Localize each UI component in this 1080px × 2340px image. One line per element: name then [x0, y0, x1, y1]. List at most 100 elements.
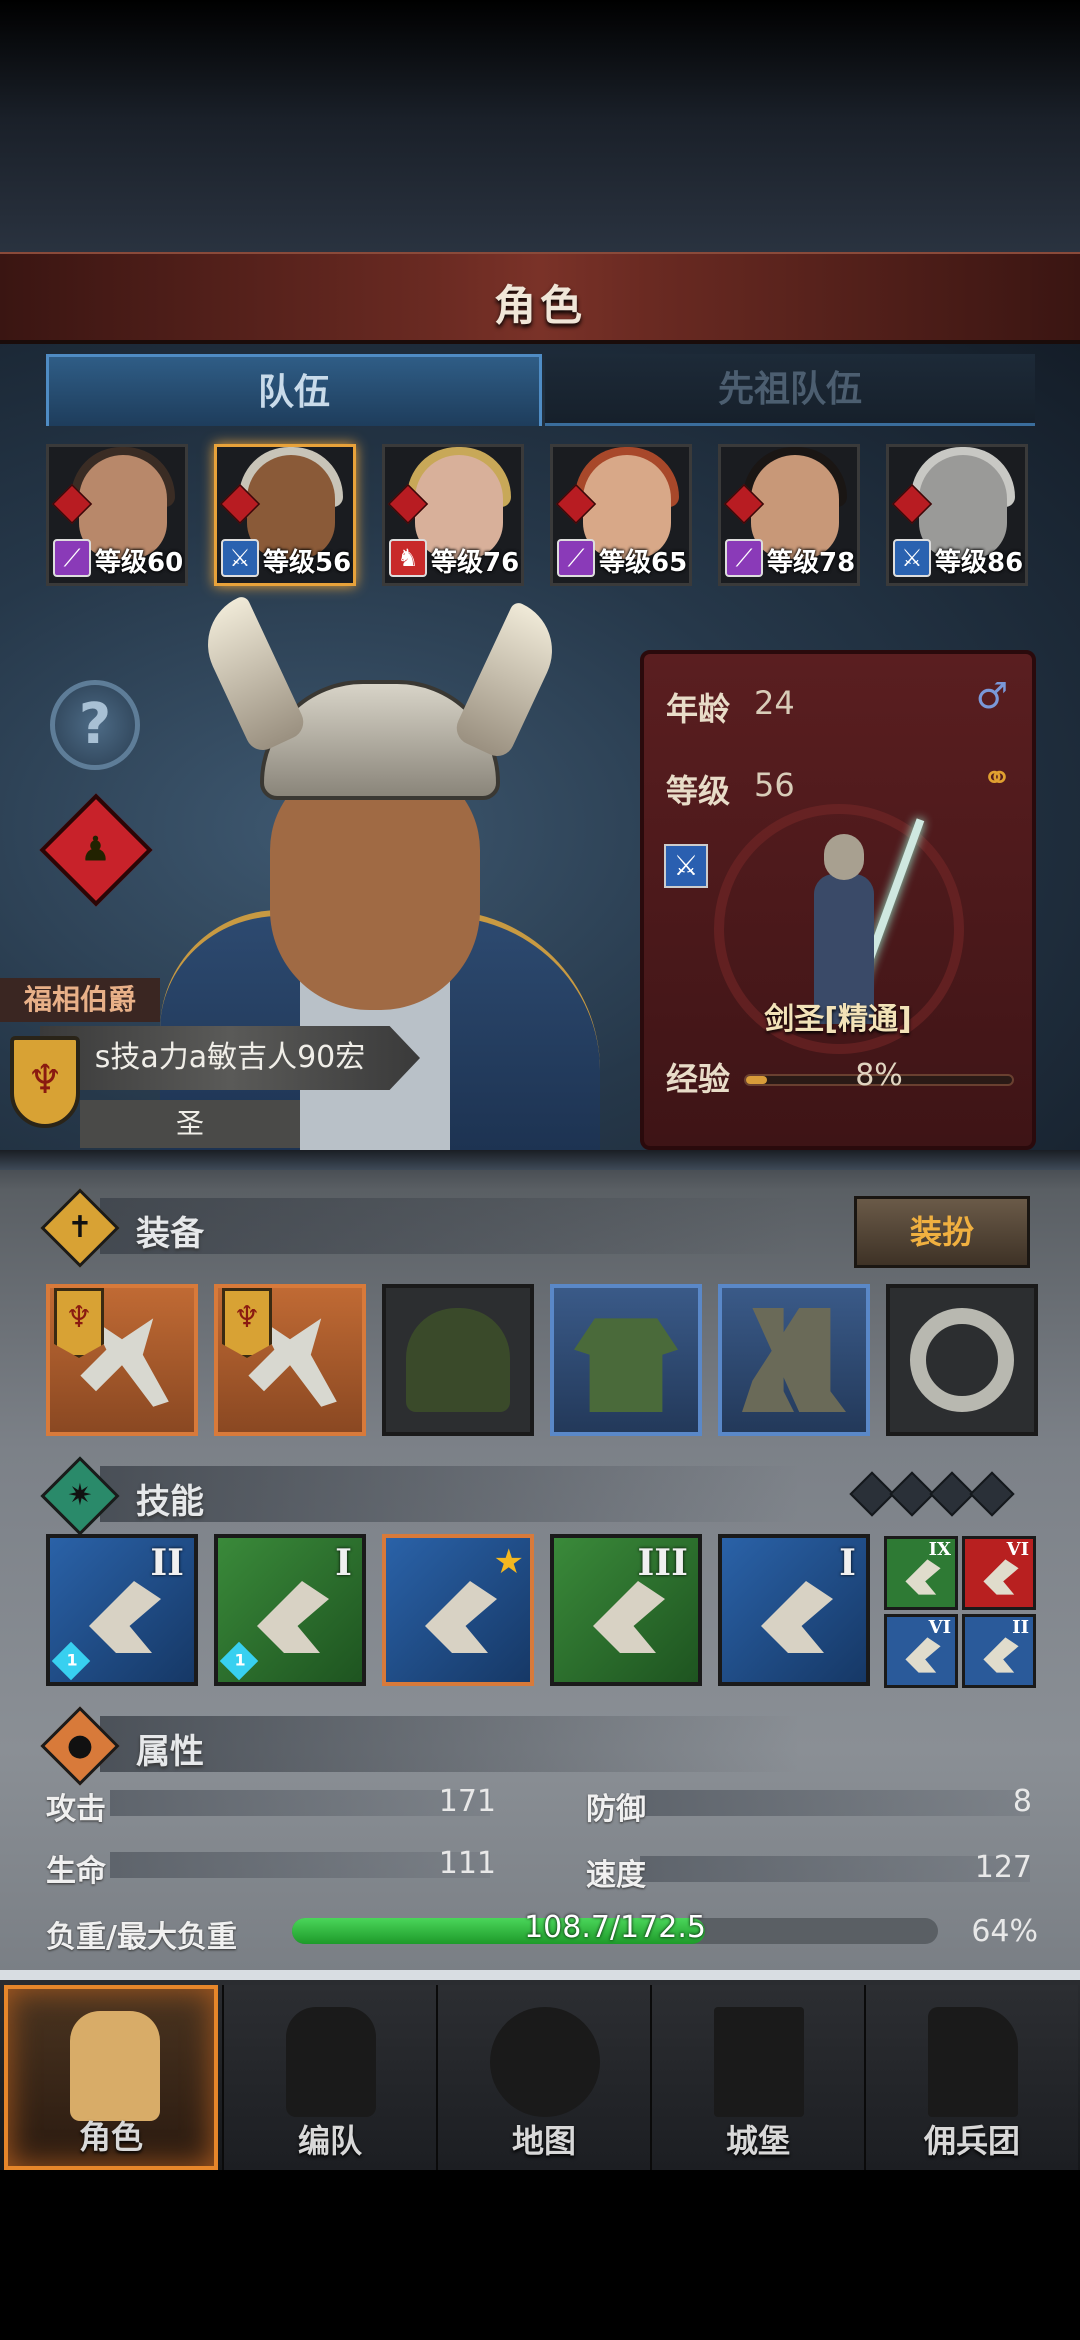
staff-icon: ⟋ [725, 539, 763, 577]
knight-armor-icon [70, 2011, 160, 2121]
skills-title: 技能 [136, 1482, 204, 1522]
equipment-slot[interactable]: ♆ [46, 1284, 198, 1436]
defense-value: 8 [1012, 1784, 1032, 1819]
equipment-header-band [100, 1198, 800, 1254]
castle-icon [714, 2007, 804, 2117]
passive-skill-slot[interactable]: VI [962, 1536, 1036, 1610]
equipment-slot[interactable] [886, 1284, 1038, 1436]
skill-glyph-icon [89, 1581, 161, 1653]
nav-label: 角色 [78, 2118, 143, 2156]
member-level: 等级65 [599, 548, 688, 578]
equipment-slot[interactable] [550, 1284, 702, 1436]
ring-icon[interactable]: ⚭ [982, 758, 1012, 799]
heraldry-flag-icon: ♆ [54, 1288, 104, 1358]
load-value: 108.7/172.5 [524, 1910, 706, 1945]
helmet-icon [286, 2007, 376, 2117]
equipment-slot[interactable] [718, 1284, 870, 1436]
age-value: 24 [754, 684, 795, 722]
bottom-bar [0, 2170, 1080, 2340]
skill-glyph-icon [761, 1581, 833, 1653]
noble-title: 福相伯爵 [0, 978, 160, 1022]
defense-label: 防御 [586, 1792, 646, 1827]
badge-count: 1 [66, 1650, 78, 1670]
help-icon[interactable]: ? [50, 680, 140, 770]
load-label: 负重/最大负重 [46, 1920, 237, 1955]
skill-rank: VI [1006, 1539, 1029, 1560]
skill-glyph-icon [905, 1637, 941, 1673]
nav-label: 编队 [297, 2122, 362, 2160]
skill-slot[interactable]: II 1 [46, 1534, 198, 1686]
equipment-slot[interactable] [382, 1284, 534, 1436]
party-member-portrait[interactable]: ⟋ 等级60 [46, 444, 188, 586]
skills-header-band [100, 1466, 800, 1522]
hood-icon [406, 1308, 510, 1412]
top-background [0, 0, 1080, 260]
heraldry-flag-icon: ♆ [222, 1288, 272, 1358]
sword-icon: ⚔ [221, 539, 259, 577]
skill-rank: II [150, 1542, 184, 1584]
equipment-title: 装备 [136, 1214, 204, 1254]
dress-up-button[interactable]: 装扮 [854, 1196, 1030, 1268]
tab-ancestor-party[interactable]: 先祖队伍 [545, 354, 1035, 426]
staff-icon: ⟋ [53, 539, 91, 577]
skill-rank: IX [928, 1539, 951, 1560]
skill-glyph-icon [983, 1637, 1019, 1673]
level-value: 56 [754, 766, 795, 804]
character-info-panel: 年龄 24 ♂ 等级 56 ⚭ ⚔ 剑圣[精通] 经验 8% [640, 650, 1036, 1150]
nav-character[interactable]: 角色 [4, 1985, 218, 2170]
attack-label: 攻击 [46, 1792, 106, 1827]
member-level: 等级78 [767, 548, 856, 578]
skill-rank: VI [928, 1617, 951, 1638]
hp-value: 111 [438, 1846, 496, 1881]
party-member-portrait[interactable]: ♞ 等级76 [382, 444, 524, 586]
skill-slot[interactable]: I [718, 1534, 870, 1686]
attributes-title: 属性 [136, 1732, 204, 1772]
badge-count: 1 [234, 1650, 246, 1670]
speed-label: 速度 [586, 1858, 646, 1893]
gem-badge-icon: 1 [219, 1641, 259, 1681]
party-member-portrait[interactable]: ⚔ 等级86 [886, 444, 1028, 586]
nav-formation[interactable]: 编队 [222, 1985, 436, 2170]
nav-castle[interactable]: 城堡 [650, 1985, 864, 2170]
nav-label: 佣兵团 [923, 2122, 1020, 2160]
exp-label: 经验 [666, 1060, 731, 1098]
passive-skill-slot[interactable]: IX [884, 1536, 958, 1610]
heraldry-shield-icon: ♆ [10, 1036, 80, 1128]
skill-slot[interactable]: I1 [214, 1534, 366, 1686]
skill-glyph-icon [593, 1581, 665, 1653]
party-member-portrait[interactable]: ⟋ 等级65 [550, 444, 692, 586]
class-name: 剑圣[精通] [764, 1002, 912, 1037]
skill-rank: II [1012, 1617, 1029, 1638]
skill-slot[interactable]: ★ [382, 1534, 534, 1686]
beast-icon: ♞ [389, 539, 427, 577]
helmet-horn-left [191, 594, 309, 756]
passive-skill-slot[interactable]: VI [884, 1614, 958, 1688]
speed-value: 127 [974, 1850, 1032, 1885]
attributes-header-band [100, 1716, 800, 1772]
nav-map[interactable]: 地图 [436, 1985, 650, 2170]
gem-badge-icon: 1 [51, 1641, 91, 1681]
title-bar: 角色 [0, 252, 1080, 344]
party-member-portrait[interactable]: ⚔ 等级56 [214, 444, 356, 586]
passive-skill-slot[interactable]: II [962, 1614, 1036, 1688]
equipment-slot[interactable]: ♆ [214, 1284, 366, 1436]
age-label: 年龄 [666, 690, 731, 728]
sword-class-icon: ⚔ [664, 844, 708, 888]
banner-fist-icon [928, 2007, 1018, 2117]
character-subtitle: 圣 [80, 1100, 300, 1148]
exp-percent: 8% [855, 1058, 903, 1093]
exp-bar: 8% [744, 1058, 1014, 1093]
game-screen: 角色 队伍 先祖队伍 ⟋ 等级60 ⚔ 等级56 ♞ 等级76 ⟋ 等级65 ⟋ 等级78 ⚔ 等级8… [0, 0, 1080, 2340]
party-member-portrait[interactable]: ⟋ 等级78 [718, 444, 860, 586]
compass-icon [490, 2007, 600, 2117]
nav-label: 地图 [511, 2122, 576, 2160]
member-level: 等级76 [431, 548, 520, 578]
nav-mercenary-group[interactable]: 佣兵团 [864, 1985, 1078, 2170]
tab-party[interactable]: 队伍 [46, 354, 542, 426]
level-label: 等级 [666, 772, 731, 810]
skill-slot[interactable]: III [550, 1534, 702, 1686]
nav-label: 城堡 [725, 2122, 790, 2160]
tunic-icon [574, 1318, 678, 1412]
character-name[interactable]: s技a力a敏吉人90宏 [40, 1026, 420, 1090]
skill-glyph-icon [257, 1581, 329, 1653]
